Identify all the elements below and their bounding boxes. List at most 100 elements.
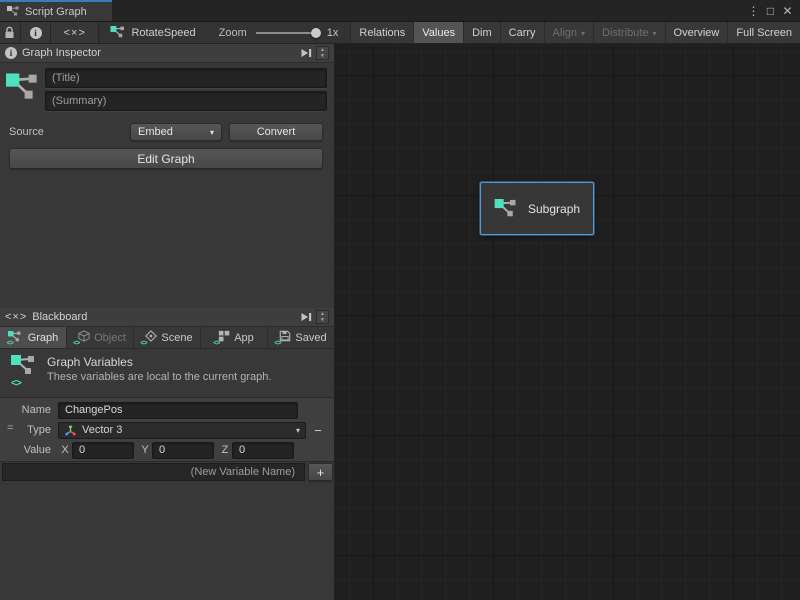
scene-icon: <> xyxy=(141,330,157,345)
overview-button[interactable]: Overview xyxy=(665,22,728,43)
variable-value-row: Value X Y Z xyxy=(0,440,334,460)
header-controls: ▲ ▼ xyxy=(298,46,329,60)
variable-item-changepos: Name = Type Vector 3 ▾ − Value X Y Z xyxy=(0,397,334,462)
down-arrow-icon[interactable]: ▼ xyxy=(320,53,325,59)
zoom-slider-handle[interactable] xyxy=(311,28,321,38)
window-controls: ⋮ □ ✕ xyxy=(745,0,800,21)
source-value: Embed xyxy=(138,126,173,138)
tab-scene[interactable]: <> Scene xyxy=(134,327,201,349)
blackboard-icon: <×> xyxy=(5,311,27,323)
tab-graph[interactable]: <> Graph xyxy=(0,327,67,349)
distribute-button[interactable]: Distribute ▾ xyxy=(593,22,664,43)
dock-icon[interactable] xyxy=(298,46,313,60)
graph-inspector-header: i Graph Inspector ▲ ▼ xyxy=(0,44,334,63)
node-subgraph[interactable]: Subgraph xyxy=(480,182,594,235)
chevron-down-icon: ▾ xyxy=(653,29,657,38)
maximize-icon[interactable]: □ xyxy=(762,4,779,18)
graph-title-input[interactable] xyxy=(45,68,327,88)
code-view-button[interactable]: <×> xyxy=(51,22,99,43)
graph-inspector-title: Graph Inspector xyxy=(22,47,101,59)
scroll-spinner[interactable]: ▲ ▼ xyxy=(316,46,329,60)
tab-app[interactable]: <> App xyxy=(201,327,268,349)
drag-handle[interactable]: = xyxy=(7,422,13,434)
value-label: Value xyxy=(0,444,58,456)
y-value-input[interactable] xyxy=(152,442,214,459)
graph-canvas[interactable]: Subgraph xyxy=(335,44,800,600)
graph-variables-header: <> Graph Variables These variables are l… xyxy=(0,349,334,396)
remove-variable-button[interactable]: − xyxy=(308,423,328,438)
blackboard-title: Blackboard xyxy=(32,311,87,323)
zoom-slider[interactable] xyxy=(256,32,318,34)
close-icon[interactable]: ✕ xyxy=(779,4,796,18)
info-icon: i xyxy=(30,27,42,39)
header-controls: ▲ ▼ xyxy=(298,310,329,324)
chevron-down-icon: ▾ xyxy=(210,128,214,137)
tab-object-label: Object xyxy=(94,332,126,344)
variable-name-row: Name xyxy=(0,400,334,420)
app-icon: <> xyxy=(214,330,230,345)
source-row: Source Embed ▾ Convert xyxy=(0,120,334,144)
convert-button[interactable]: Convert xyxy=(229,123,323,141)
values-button[interactable]: Values xyxy=(413,22,463,43)
info-icon: i xyxy=(5,47,17,59)
name-label: Name xyxy=(0,404,58,416)
cube-icon: <> xyxy=(74,330,90,345)
menu-icon[interactable]: ⋮ xyxy=(745,4,762,18)
new-variable-row: + xyxy=(0,462,334,482)
code-brackets-icon: <> xyxy=(213,340,219,347)
source-label: Source xyxy=(9,126,130,138)
variable-type-row: = Type Vector 3 ▾ − xyxy=(0,420,334,440)
code-brackets-icon: <> xyxy=(7,340,13,347)
zoom-label: Zoom xyxy=(219,27,247,39)
lock-button[interactable] xyxy=(0,22,21,43)
toolbar-buttons: Relations Values Dim Carry Align ▾ Distr… xyxy=(350,22,800,43)
graph-node-icon xyxy=(110,26,125,39)
graph-meta-section xyxy=(0,63,334,112)
add-variable-button[interactable]: + xyxy=(308,463,333,481)
tab-title: Script Graph xyxy=(25,6,87,18)
x-label: X xyxy=(58,444,72,456)
edit-graph-button[interactable]: Edit Graph xyxy=(9,148,323,169)
z-value-input[interactable] xyxy=(232,442,294,459)
source-dropdown[interactable]: Embed ▾ xyxy=(130,123,222,141)
zoom-control: Zoom 1x xyxy=(207,22,351,43)
section-subtitle: These variables are local to the current… xyxy=(47,370,271,384)
carry-button[interactable]: Carry xyxy=(500,22,544,43)
tab-script-graph[interactable]: Script Graph xyxy=(0,0,112,21)
tab-app-label: App xyxy=(234,332,254,344)
relations-button[interactable]: Relations xyxy=(350,22,413,43)
subgraph-icon xyxy=(494,199,517,219)
script-graph-window: Script Graph ⋮ □ ✕ i <×> RotateSpeed Zoo… xyxy=(0,0,800,600)
align-button[interactable]: Align ▾ xyxy=(544,22,593,43)
lock-icon xyxy=(4,26,15,39)
sidebar-panel: i Graph Inspector ▲ ▼ Source Em xyxy=(0,44,335,600)
graph-variables-text: Graph Variables These variables are loca… xyxy=(47,355,271,396)
x-value-input[interactable] xyxy=(72,442,134,459)
graph-variables-icon: <> xyxy=(8,355,38,389)
code-brackets-icon: <> xyxy=(73,340,79,347)
variable-name-input[interactable] xyxy=(58,402,298,419)
down-arrow-icon[interactable]: ▼ xyxy=(320,317,325,323)
script-graph-icon xyxy=(7,6,19,17)
scroll-spinner[interactable]: ▲ ▼ xyxy=(316,310,329,324)
full-screen-button[interactable]: Full Screen xyxy=(727,22,800,43)
align-label: Align xyxy=(553,27,577,39)
inspect-button[interactable]: i xyxy=(21,22,51,43)
graph-summary-input[interactable] xyxy=(45,91,327,111)
distribute-label: Distribute xyxy=(602,27,648,39)
tab-object[interactable]: <> Object xyxy=(67,327,134,349)
tab-scene-label: Scene xyxy=(161,332,192,344)
tab-saved[interactable]: <> Saved xyxy=(268,327,334,349)
variable-type-dropdown[interactable]: Vector 3 ▾ xyxy=(58,422,306,439)
vector3-icon xyxy=(64,424,77,437)
chevron-down-icon: ▾ xyxy=(581,29,585,38)
new-variable-input[interactable] xyxy=(2,463,305,481)
zoom-value: 1x xyxy=(327,27,339,39)
node-label: Subgraph xyxy=(528,202,580,216)
saved-icon: <> xyxy=(275,330,291,345)
z-label: Z xyxy=(218,444,232,456)
dim-button[interactable]: Dim xyxy=(463,22,500,43)
dock-icon[interactable] xyxy=(298,310,313,324)
breadcrumb-rotatespeed[interactable]: RotateSpeed xyxy=(99,22,206,43)
blackboard-tabs: <> Graph <> Object <> Scene xyxy=(0,327,334,349)
